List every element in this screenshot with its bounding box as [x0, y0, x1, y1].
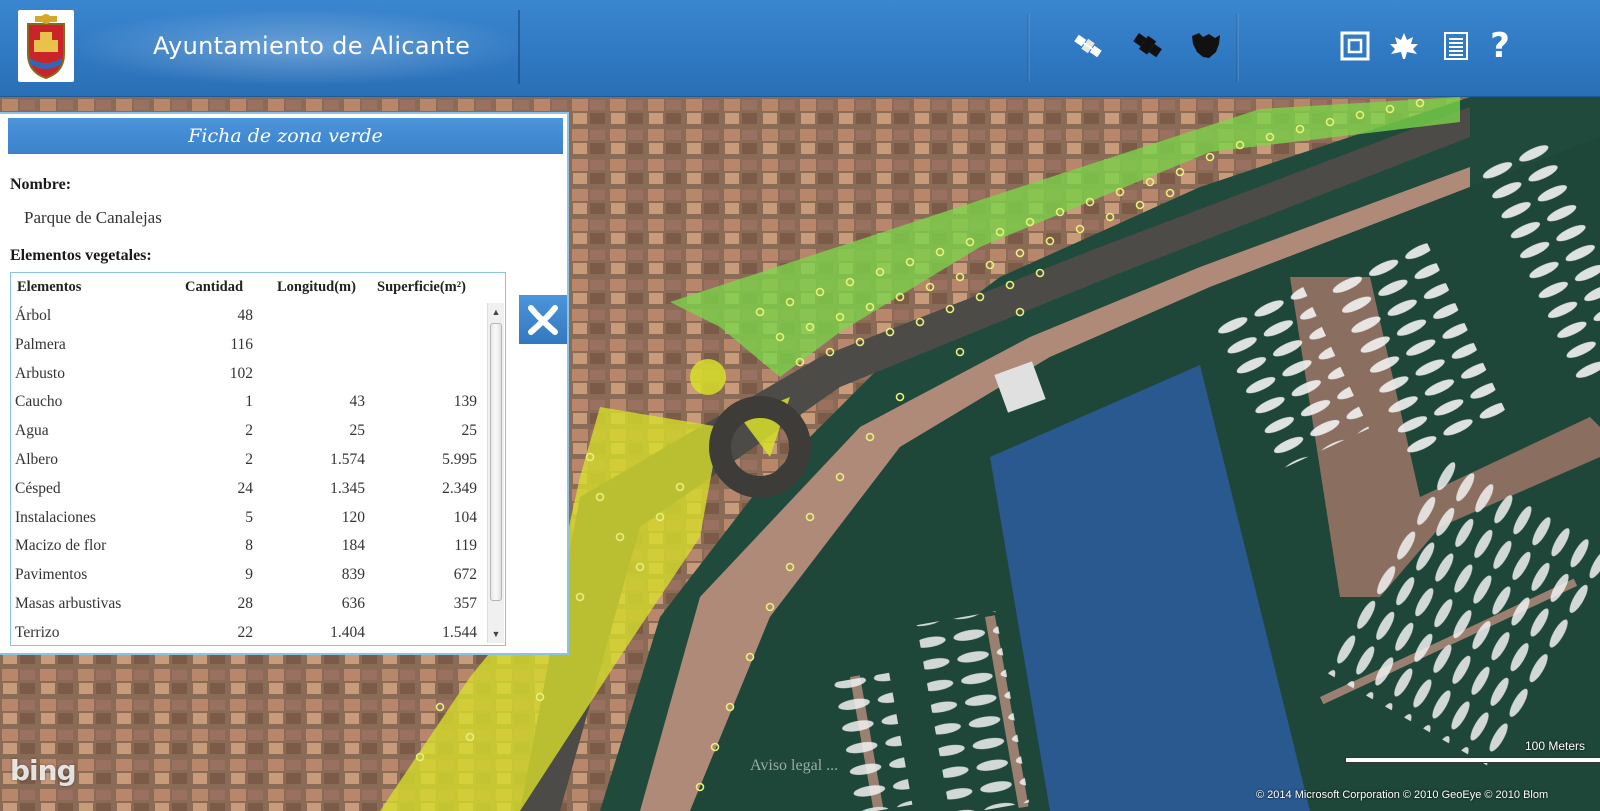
app-header: Ayuntamiento de Alicante ? [0, 0, 1600, 97]
cell-superficie: 104 [453, 508, 477, 526]
cell-longitud: 839 [341, 566, 365, 584]
cell-elemento: Macizo de flor [15, 537, 107, 555]
cell-cantidad: 24 [237, 479, 254, 497]
column-header-elementos: Elementos [17, 279, 82, 295]
cell-longitud: 636 [341, 594, 365, 612]
cell-cantidad: 102 [229, 364, 253, 382]
cell-longitud: 25 [349, 422, 366, 440]
cell-elemento: Terrizo [15, 623, 60, 641]
scroll-up-icon[interactable]: ▲ [488, 304, 504, 320]
cell-superficie: 1.544 [442, 623, 477, 641]
table-row: Instalaciones 5 120 104 [11, 505, 489, 534]
table-scrollbar[interactable]: ▲ ▼ [487, 303, 504, 643]
column-header-cantidad: Cantidad [185, 279, 244, 295]
cell-longitud: 120 [341, 508, 365, 526]
bing-logo: bing [10, 754, 77, 787]
cell-cantidad: 2 [245, 422, 253, 440]
cell-elemento: Césped [15, 479, 61, 497]
nombre-label: Nombre: [10, 176, 72, 193]
table-row: Árbol 48 [11, 303, 489, 332]
table-row: Pavimentos 9 839 672 [11, 562, 489, 591]
cell-elemento: Árbol [15, 307, 52, 324]
elements-table: Elementos Cantidad Longitud(m) Superfici… [10, 272, 506, 646]
frame-icon[interactable] [1335, 28, 1375, 64]
app-title: Ayuntamiento de Alicante [153, 32, 471, 60]
elementos-label: Elementos vegetales: [10, 247, 152, 264]
legal-notice-link[interactable]: Aviso legal ... [750, 757, 838, 775]
cell-longitud: 1.345 [330, 479, 365, 497]
help-icon[interactable]: ? [1480, 26, 1520, 66]
cell-cantidad: 28 [237, 594, 254, 612]
green-zone-info-panel: Ficha de zona verde Nombre: Parque de Ca… [0, 112, 569, 655]
cell-superficie: 139 [453, 393, 477, 411]
aircraft-icon[interactable] [1127, 28, 1167, 64]
table-row: Arbusto 102 [11, 361, 489, 390]
panel-title: Ficha de zona verde [8, 118, 563, 154]
cell-cantidad: 116 [230, 335, 253, 353]
cell-superficie: 357 [453, 594, 477, 612]
scale-bar [1345, 757, 1600, 763]
table-body: Árbol 48 Palmera 116 Arbusto 102 Caucho 1 43 139 A… [11, 303, 489, 645]
cell-cantidad: 8 [245, 537, 253, 555]
cell-elemento: Pavimentos [15, 566, 88, 584]
cell-longitud: 1.574 [330, 450, 365, 468]
cell-cantidad: 2 [245, 450, 253, 468]
region-map-icon[interactable] [1186, 28, 1226, 64]
table-row: Palmera 116 [11, 332, 489, 361]
table-row: Césped 24 1.345 2.349 [11, 476, 489, 505]
document-list-icon[interactable] [1436, 28, 1476, 64]
cell-cantidad: 48 [237, 307, 254, 324]
cell-elemento: Arbusto [15, 364, 65, 382]
cell-elemento: Agua [15, 422, 49, 440]
leaf-icon[interactable] [1384, 28, 1424, 64]
cell-elemento: Albero [15, 450, 59, 468]
cell-superficie: 25 [461, 422, 478, 440]
cell-superficie: 2.349 [442, 479, 477, 497]
table-row: Agua 2 25 25 [11, 418, 489, 447]
satellite-icon[interactable] [1068, 28, 1108, 64]
table-row: Masas arbustivas 28 636 357 [11, 591, 489, 620]
cell-elemento: Caucho [15, 393, 63, 411]
header-separator [1027, 14, 1030, 82]
header-separator [1236, 14, 1239, 82]
cell-superficie: 5.995 [442, 450, 477, 468]
cell-longitud: 1.404 [330, 623, 365, 641]
cell-superficie: 119 [454, 537, 477, 555]
cell-cantidad: 9 [245, 566, 253, 584]
cell-elemento: Palmera [15, 335, 66, 353]
cell-elemento: Masas arbustivas [15, 594, 122, 612]
table-row: Albero 2 1.574 5.995 [11, 447, 489, 476]
scroll-down-icon[interactable]: ▼ [488, 626, 504, 642]
map-copyright: © 2014 Microsoft Corporation © 2010 GeoE… [1256, 789, 1549, 801]
close-panel-button[interactable] [519, 295, 567, 344]
table-row: Terrizo 22 1.404 1.544 [11, 620, 489, 645]
column-header-longitud: Longitud(m) [277, 279, 356, 295]
column-header-superficie: Superficie(m²) [377, 279, 466, 295]
scale-label: 100 Meters [1525, 739, 1586, 753]
cell-superficie: 672 [453, 566, 477, 584]
cell-longitud: 43 [349, 393, 366, 411]
scroll-thumb[interactable] [490, 323, 502, 601]
cell-cantidad: 1 [245, 393, 253, 411]
table-row: Macizo de flor 8 184 119 [11, 533, 489, 562]
cell-elemento: Instalaciones [15, 508, 96, 526]
close-icon [528, 304, 558, 335]
city-crest-logo [18, 10, 74, 82]
cell-longitud: 184 [341, 537, 365, 555]
table-header: Elementos Cantidad Longitud(m) Superfici… [11, 279, 505, 301]
nombre-value: Parque de Canalejas [24, 208, 162, 227]
cell-cantidad: 22 [237, 623, 254, 641]
table-row: Caucho 1 43 139 [11, 389, 489, 418]
cell-cantidad: 5 [245, 508, 253, 526]
